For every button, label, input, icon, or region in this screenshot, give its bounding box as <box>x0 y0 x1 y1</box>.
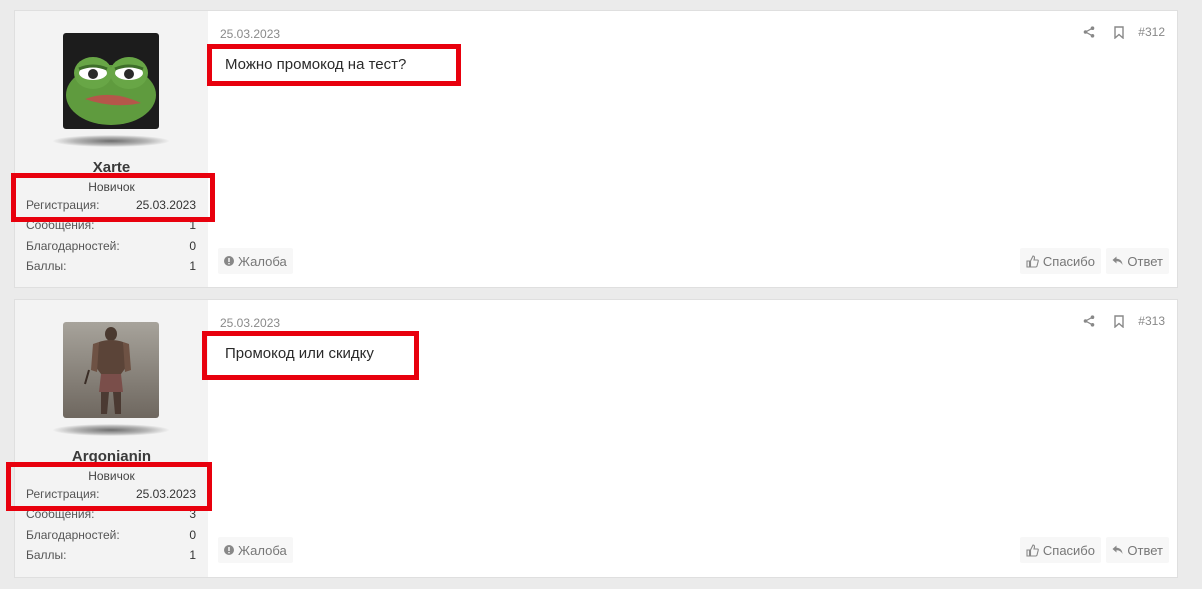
stat-value: 0 <box>189 528 196 542</box>
report-button[interactable]: Жалоба <box>218 537 293 563</box>
post-top-actions: #313 <box>1066 314 1165 328</box>
armored-warrior-avatar-image <box>63 322 159 418</box>
pepe-frog-avatar-image <box>63 33 159 129</box>
stat-label: Благодарностей: <box>26 528 120 542</box>
post-date[interactable]: 25.03.2023 <box>220 316 280 330</box>
report-label: Жалоба <box>238 253 287 269</box>
alert-circle-icon <box>224 545 234 555</box>
stat-label: Баллы: <box>26 548 67 562</box>
avatar-shadow <box>53 135 169 147</box>
post-number[interactable]: #313 <box>1138 314 1165 328</box>
user-info-panel: Argonianin Новичок Регистрация: 25.03.20… <box>15 300 208 577</box>
stat-label: Баллы: <box>26 259 67 273</box>
stat-value: 1 <box>189 259 196 273</box>
stat-label: Благодарностей: <box>26 239 120 253</box>
reply-label: Ответ <box>1127 253 1163 269</box>
stat-value: 1 <box>189 218 196 232</box>
avatar[interactable] <box>63 322 159 418</box>
like-label: Спасибо <box>1042 253 1095 269</box>
stat-label: Сообщения: <box>26 218 95 232</box>
reply-icon <box>1112 545 1123 555</box>
user-rank: Новичок <box>88 469 135 483</box>
user-rank: Новичок <box>88 180 135 194</box>
like-button[interactable]: Спасибо <box>1019 537 1101 563</box>
bookmark-icon[interactable] <box>1112 314 1126 328</box>
post-message: Можно промокод на тест? <box>225 56 407 73</box>
post-312: Xarte Новичок Регистрация: 25.03.2023 Со… <box>14 10 1178 288</box>
reply-button[interactable]: Ответ <box>1106 537 1169 563</box>
post-message: Промокод или скидку <box>225 345 374 362</box>
avatar[interactable] <box>63 33 159 129</box>
stat-label: Сообщения: <box>26 507 95 521</box>
avatar-shadow <box>53 424 169 436</box>
stat-value: 3 <box>189 507 196 521</box>
reply-label: Ответ <box>1127 542 1163 558</box>
share-icon[interactable] <box>1082 314 1096 328</box>
stat-label: Регистрация: <box>26 198 100 212</box>
report-button[interactable]: Жалоба <box>218 248 293 274</box>
alert-circle-icon <box>224 256 234 266</box>
stat-value: 25.03.2023 <box>135 487 196 501</box>
post-number[interactable]: #312 <box>1138 25 1165 39</box>
username[interactable]: Xarte <box>15 159 208 176</box>
reply-button[interactable]: Ответ <box>1106 248 1169 274</box>
post-top-actions: #312 <box>1066 25 1165 39</box>
user-info-panel: Xarte Новичок Регистрация: 25.03.2023 Со… <box>15 11 208 287</box>
reply-icon <box>1112 256 1123 266</box>
thumbs-up-icon <box>1026 254 1039 268</box>
username[interactable]: Argonianin <box>15 448 208 465</box>
report-label: Жалоба <box>238 542 287 558</box>
like-button[interactable]: Спасибо <box>1019 248 1101 274</box>
stat-value: 1 <box>189 548 196 562</box>
stat-value: 25.03.2023 <box>135 198 196 212</box>
stat-label: Регистрация: <box>26 487 100 501</box>
bookmark-icon[interactable] <box>1112 25 1126 39</box>
thumbs-up-icon <box>1026 543 1039 557</box>
post-date[interactable]: 25.03.2023 <box>220 27 280 41</box>
like-label: Спасибо <box>1042 542 1095 558</box>
stat-value: 0 <box>189 239 196 253</box>
post-313: Argonianin Новичок Регистрация: 25.03.20… <box>14 299 1178 578</box>
share-icon[interactable] <box>1082 25 1096 39</box>
